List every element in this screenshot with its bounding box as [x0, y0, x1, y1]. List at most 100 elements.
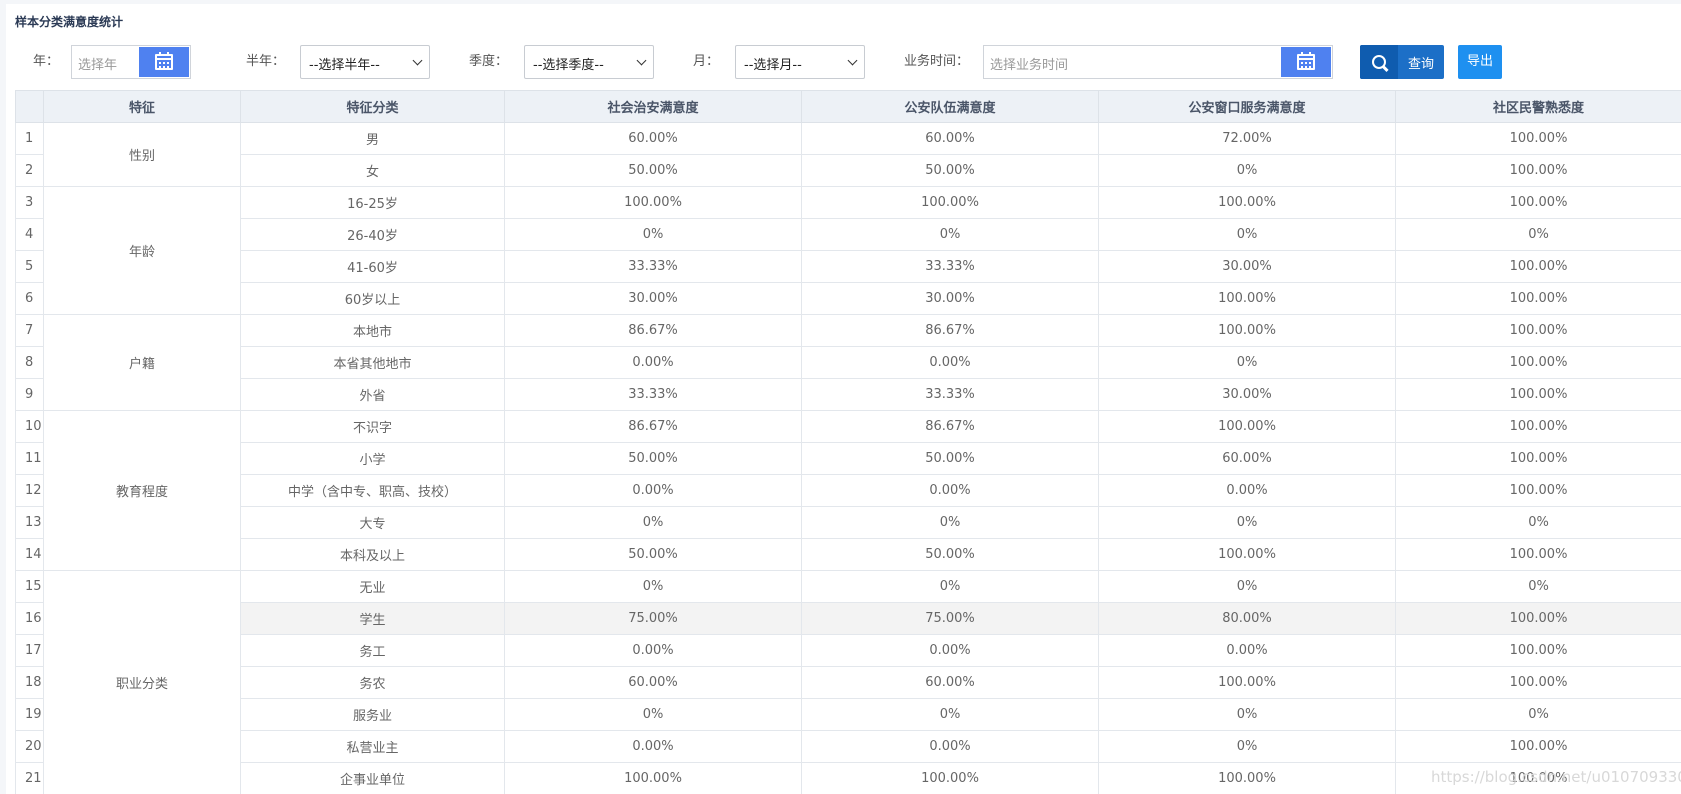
table-row[interactable]: 20 私营业主 0.00% 0.00% 0% 100.00%: [15, 730, 1681, 763]
police-team-cell: 50.00%: [801, 154, 1099, 187]
row-number: 17: [15, 634, 44, 667]
police-team-cell: 100.00%: [801, 186, 1099, 219]
row-number: 7: [15, 314, 44, 347]
window-service-cell: 0%: [1098, 730, 1396, 763]
header-feature: 特征: [43, 90, 241, 123]
community-police-cell: 100.00%: [1395, 538, 1681, 571]
window-service-cell: 100.00%: [1098, 538, 1396, 571]
table-row[interactable]: 6 60岁以上 30.00% 30.00% 100.00% 100.00%: [15, 282, 1681, 315]
feature-category-cell: 26-40岁: [240, 218, 505, 251]
year-calendar-button[interactable]: [139, 47, 189, 77]
public-security-cell: 50.00%: [504, 442, 802, 475]
table-row[interactable]: 10 教育程度 不识字 86.67% 86.67% 100.00% 100.00%: [15, 410, 1681, 571]
quarter-select[interactable]: --选择季度--: [524, 45, 654, 79]
month-select[interactable]: --选择月--: [735, 45, 865, 79]
window-service-cell: 80.00%: [1098, 602, 1396, 635]
table-row[interactable]: 2 女 50.00% 50.00% 0% 100.00%: [15, 154, 1681, 187]
business-time-input[interactable]: 选择业务时间: [990, 54, 1068, 73]
table-row[interactable]: 3 年龄 16-25岁 100.00% 100.00% 100.00% 100.00%: [15, 186, 1681, 315]
feature-category-cell: 服务业: [240, 698, 505, 731]
police-team-cell: 0%: [801, 570, 1099, 603]
search-button[interactable]: 查询: [1360, 45, 1444, 79]
public-security-cell: 0.00%: [504, 346, 802, 379]
table-row[interactable]: 7 户籍 本地市 86.67% 86.67% 100.00% 100.00%: [15, 314, 1681, 411]
police-team-cell: 50.00%: [801, 538, 1099, 571]
window-service-cell: 0%: [1098, 570, 1396, 603]
table-row[interactable]: 15 职业分类 无业 0% 0% 0% 0%: [15, 570, 1681, 794]
police-team-cell: 60.00%: [801, 666, 1099, 699]
police-team-cell: 0.00%: [801, 346, 1099, 379]
table-row[interactable]: 4 26-40岁 0% 0% 0% 0%: [15, 218, 1681, 251]
calendar-icon: [155, 52, 173, 70]
community-police-cell: 100.00%: [1395, 122, 1681, 155]
row-number: 13: [15, 506, 44, 539]
community-police-cell: 100.00%: [1395, 282, 1681, 315]
police-team-cell: 75.00%: [801, 602, 1099, 635]
public-security-cell: 0%: [504, 698, 802, 731]
table-row[interactable]: 14 本科及以上 50.00% 50.00% 100.00% 100.00%: [15, 538, 1681, 571]
public-security-cell: 33.33%: [504, 378, 802, 411]
police-team-cell: 50.00%: [801, 442, 1099, 475]
community-police-cell: 100.00%: [1395, 378, 1681, 411]
table-header-row: 特征 特征分类 社会治安满意度 公安队伍满意度 公安窗口服务满意度 社区民警熟悉…: [15, 90, 1681, 123]
window-service-cell: 60.00%: [1098, 442, 1396, 475]
window-service-cell: 0%: [1098, 698, 1396, 731]
table-row[interactable]: 13 大专 0% 0% 0% 0%: [15, 506, 1681, 539]
feature-category-cell: 企事业单位: [240, 762, 505, 794]
search-icon: [1360, 45, 1398, 79]
police-team-cell: 0.00%: [801, 730, 1099, 763]
police-team-cell: 86.67%: [801, 314, 1099, 347]
row-number: 2: [15, 154, 44, 187]
business-time-picker[interactable]: 选择业务时间: [983, 45, 1333, 79]
community-police-cell: 100.00%: [1395, 186, 1681, 219]
table-row[interactable]: 19 服务业 0% 0% 0% 0%: [15, 698, 1681, 731]
business-time-calendar-button[interactable]: [1281, 47, 1331, 77]
feature-category-cell: 本地市: [240, 314, 505, 347]
feature-cell: 教育程度: [43, 410, 241, 571]
police-team-cell: 0.00%: [801, 634, 1099, 667]
feature-category-cell: 女: [240, 154, 505, 187]
header-police-team: 公安队伍满意度: [801, 90, 1099, 123]
header-window-service: 公安窗口服务满意度: [1098, 90, 1396, 123]
public-security-cell: 30.00%: [504, 282, 802, 315]
window-service-cell: 100.00%: [1098, 666, 1396, 699]
police-team-cell: 100.00%: [801, 762, 1099, 794]
table-row[interactable]: 12 中学（含中专、职高、技校） 0.00% 0.00% 0.00% 100.00%: [15, 474, 1681, 507]
window-service-cell: 0%: [1098, 506, 1396, 539]
window-service-cell: 0.00%: [1098, 474, 1396, 507]
half-year-select[interactable]: --选择半年--: [300, 45, 430, 79]
feature-category-cell: 男: [240, 122, 505, 155]
chevron-down-icon: [412, 55, 423, 66]
year-input[interactable]: 选择年: [78, 54, 117, 73]
community-police-cell: 100.00%: [1395, 314, 1681, 347]
table-row[interactable]: 9 外省 33.33% 33.33% 30.00% 100.00%: [15, 378, 1681, 411]
table-row[interactable]: 8 本省其他地市 0.00% 0.00% 0% 100.00%: [15, 346, 1681, 379]
calendar-icon: [1297, 52, 1315, 70]
public-security-cell: 33.33%: [504, 250, 802, 283]
public-security-cell: 0.00%: [504, 730, 802, 763]
table-row[interactable]: 11 小学 50.00% 50.00% 60.00% 100.00%: [15, 442, 1681, 475]
header-index: [15, 90, 44, 123]
feature-cell: 职业分类: [43, 570, 241, 794]
row-number: 18: [15, 666, 44, 699]
community-police-cell: 100.00%: [1395, 442, 1681, 475]
table-row[interactable]: 16 学生 75.00% 75.00% 80.00% 100.00%: [15, 602, 1681, 635]
feature-cell: 性别: [43, 122, 241, 187]
quarter-label: 季度：: [469, 54, 509, 69]
row-number: 5: [15, 250, 44, 283]
feature-category-cell: 无业: [240, 570, 505, 603]
export-button[interactable]: 导出: [1458, 45, 1502, 79]
feature-category-cell: 本科及以上: [240, 538, 505, 571]
header-community-police: 社区民警熟悉度: [1395, 90, 1681, 123]
watermark: https://blog.csdn.net/u010709330: [1431, 768, 1681, 786]
table-row[interactable]: 17 务工 0.00% 0.00% 0.00% 100.00%: [15, 634, 1681, 667]
table-row[interactable]: 1 性别男 60.00% 60.00% 72.00% 100.00%: [15, 122, 1681, 187]
table-row[interactable]: 5 41-60岁 33.33% 33.33% 30.00% 100.00%: [15, 250, 1681, 283]
feature-category-cell: 16-25岁: [240, 186, 505, 219]
year-picker[interactable]: 选择年: [71, 45, 191, 79]
header-public-security: 社会治安满意度: [504, 90, 802, 123]
table-row[interactable]: 18 务农 60.00% 60.00% 100.00% 100.00%: [15, 666, 1681, 699]
public-security-cell: 50.00%: [504, 154, 802, 187]
row-number: 11: [15, 442, 44, 475]
feature-cell: 年龄: [43, 186, 241, 315]
